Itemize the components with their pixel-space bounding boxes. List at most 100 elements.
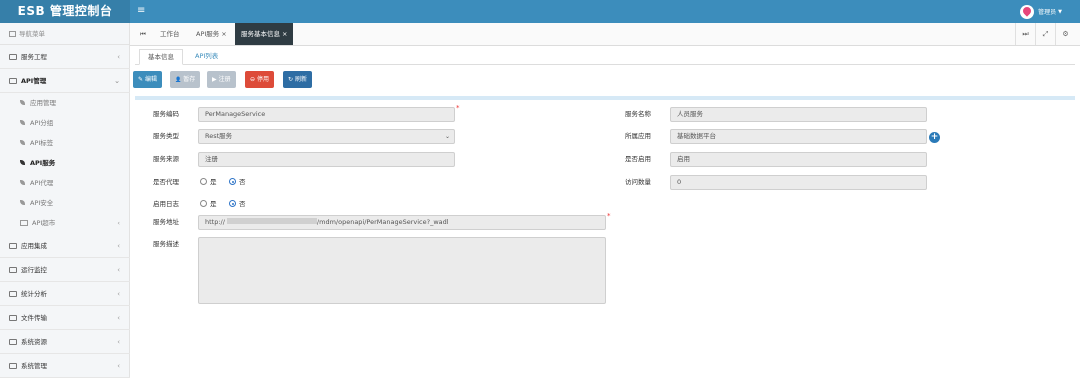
- sidebar-item-label: 统计分析: [21, 290, 47, 298]
- sidebar-item-service-project[interactable]: 服务工程 ‹: [0, 45, 130, 69]
- settings-icon[interactable]: ⚙: [1055, 23, 1075, 45]
- tab-label: API服务: [196, 30, 220, 38]
- button-label: 停用: [257, 76, 270, 83]
- refresh-icon: ↻: [288, 76, 294, 83]
- proxy-yes-radio[interactable]: 是: [200, 175, 217, 190]
- folder-icon: [9, 267, 17, 273]
- redacted-host: [226, 218, 317, 224]
- address-suffix: /mdm/openapi/PerManageService?_wadl: [316, 218, 449, 226]
- button-label: 刷新: [295, 76, 308, 83]
- sidebar-item-label: 系统管理: [21, 362, 47, 370]
- log-yes-radio[interactable]: 是: [200, 197, 217, 212]
- radio-on-icon: [229, 178, 236, 185]
- sidebar-item-file-transfer[interactable]: 文件传输 ‹: [0, 306, 130, 330]
- sidebar-subitem-api-service[interactable]: API服务: [0, 154, 130, 173]
- service-address-field[interactable]: http:// /mdm/openapi/PerManageService?_wa…: [198, 215, 606, 230]
- radio-on-icon: [229, 200, 236, 207]
- service-address-label: 服务地址: [153, 218, 179, 226]
- tab-workbench[interactable]: 工作台: [154, 23, 186, 45]
- sidebar-subitem-api-market[interactable]: API超市 ‹: [0, 214, 130, 233]
- user-menu[interactable]: 管理员 ▼: [1020, 4, 1062, 19]
- close-icon[interactable]: ×: [282, 30, 287, 38]
- user-avatar-icon: [1020, 4, 1035, 19]
- service-desc-textarea[interactable]: [198, 237, 606, 304]
- folder-icon: [9, 243, 17, 249]
- sidebar-item-system-resources[interactable]: 系统资源 ‹: [0, 330, 130, 354]
- access-count-field[interactable]: 0: [670, 175, 927, 190]
- tab-scroll-right-icon[interactable]: ⏭: [1015, 23, 1035, 45]
- close-icon[interactable]: ×: [221, 30, 226, 38]
- owning-app-label: 所属应用: [625, 132, 651, 140]
- chevron-left-icon: ‹: [117, 53, 120, 61]
- folder-icon: [9, 78, 17, 84]
- menu-toggle-icon[interactable]: ≡: [137, 5, 145, 17]
- tab-label: 服务基本信息: [241, 30, 280, 38]
- tab-scroll-left-icon[interactable]: ⏮: [134, 23, 152, 45]
- sidebar-item-system-management[interactable]: 系统管理 ‹: [0, 354, 130, 378]
- sidebar-subitem-label: API超市: [32, 219, 56, 227]
- nav-header-label: 导航菜单: [19, 30, 45, 38]
- button-label: 暂存: [183, 76, 196, 83]
- sidebar-item-runtime-monitor[interactable]: 运行监控 ‹: [0, 258, 130, 282]
- sidebar-subitem-label: API代理: [30, 179, 54, 187]
- service-source-field[interactable]: 注册: [198, 152, 455, 167]
- service-code-label: 服务编码: [153, 110, 179, 118]
- sidebar: 导航菜单 服务工程 ‹ API管理 ⌄ 应用管理 API分组 API标签 API服务…: [0, 23, 130, 378]
- sidebar-subitem-api-tag[interactable]: API标签: [0, 134, 130, 153]
- sidebar-subitem-api-security[interactable]: API安全: [0, 194, 130, 213]
- sidebar-item-statistics[interactable]: 统计分析 ‹: [0, 282, 130, 306]
- sidebar-subitem-label: API分组: [30, 119, 54, 127]
- owning-app-field[interactable]: 基础数据平台: [670, 129, 927, 144]
- sidebar-item-label: 运行监控: [21, 266, 47, 274]
- leaf-icon: [20, 200, 25, 205]
- register-button[interactable]: ▶ 注册: [207, 71, 236, 88]
- service-code-field[interactable]: PerManageService: [198, 107, 455, 122]
- folder-icon: [20, 220, 28, 226]
- required-mark: *: [607, 212, 611, 220]
- tab-service-basic-info[interactable]: 服务基本信息 ×: [235, 23, 294, 45]
- service-type-select[interactable]: Rest服务 ⌄: [198, 129, 455, 144]
- chevron-left-icon: ‹: [117, 290, 120, 298]
- sidebar-item-api-management[interactable]: API管理 ⌄: [0, 69, 130, 93]
- leaf-icon: [20, 160, 25, 165]
- sidebar-item-app-integration[interactable]: 应用集成 ‹: [0, 234, 130, 258]
- subtab-api-list[interactable]: API列表: [187, 49, 226, 65]
- proxy-no-radio[interactable]: 否: [229, 175, 246, 190]
- service-desc-label: 服务描述: [153, 240, 179, 248]
- sidebar-subitem-app-management[interactable]: 应用管理: [0, 94, 130, 113]
- sidebar-subitem-api-proxy[interactable]: API代理: [0, 174, 130, 193]
- fullscreen-icon[interactable]: ⤢: [1035, 23, 1055, 45]
- play-icon: ▶: [212, 76, 217, 83]
- enable-log-label: 启用日志: [153, 200, 179, 208]
- service-type-label: 服务类型: [153, 132, 179, 140]
- refresh-button[interactable]: ↻ 刷新: [283, 71, 313, 88]
- sidebar-item-label: 系统资源: [21, 338, 47, 346]
- sidebar-subitem-api-group[interactable]: API分组: [0, 114, 130, 133]
- chevron-left-icon: ‹: [117, 338, 120, 346]
- sidebar-subitem-label: API标签: [30, 139, 54, 147]
- log-no-radio[interactable]: 否: [229, 197, 246, 212]
- sidebar-subitem-label: API安全: [30, 199, 54, 207]
- caret-down-icon: ▼: [1058, 8, 1062, 15]
- subtab-basic-info[interactable]: 基本信息: [139, 49, 183, 65]
- chevron-left-icon: ‹: [117, 362, 120, 370]
- leaf-icon: [20, 140, 25, 145]
- add-app-icon[interactable]: +: [929, 132, 940, 143]
- is-enabled-field[interactable]: 启用: [670, 152, 927, 167]
- folder-icon: [9, 339, 17, 345]
- top-navbar: ESB 管理控制台 ≡ 管理员 ▼: [0, 0, 1080, 23]
- disable-button[interactable]: ⊖ 停用: [245, 71, 275, 88]
- sidebar-item-label: API管理: [21, 77, 47, 85]
- tab-api-service[interactable]: API服务 ×: [190, 23, 233, 45]
- app-logo: ESB 管理控制台: [0, 0, 130, 23]
- grid-icon: [9, 31, 16, 37]
- service-type-value: Rest服务: [205, 132, 233, 140]
- page-tabbar: ⏮ 工作台 API服务 × 服务基本信息 × ⏭ ⤢ ⚙: [130, 23, 1080, 46]
- service-name-field[interactable]: 人员服务: [670, 107, 927, 122]
- edit-button[interactable]: ✎ 编辑: [133, 71, 163, 88]
- service-source-label: 服务来源: [153, 155, 179, 163]
- radio-label: 否: [239, 200, 246, 208]
- save-draft-button[interactable]: 👤 暂存: [170, 71, 201, 88]
- sidebar-item-label: 应用集成: [21, 242, 47, 250]
- service-name-label: 服务名称: [625, 110, 651, 118]
